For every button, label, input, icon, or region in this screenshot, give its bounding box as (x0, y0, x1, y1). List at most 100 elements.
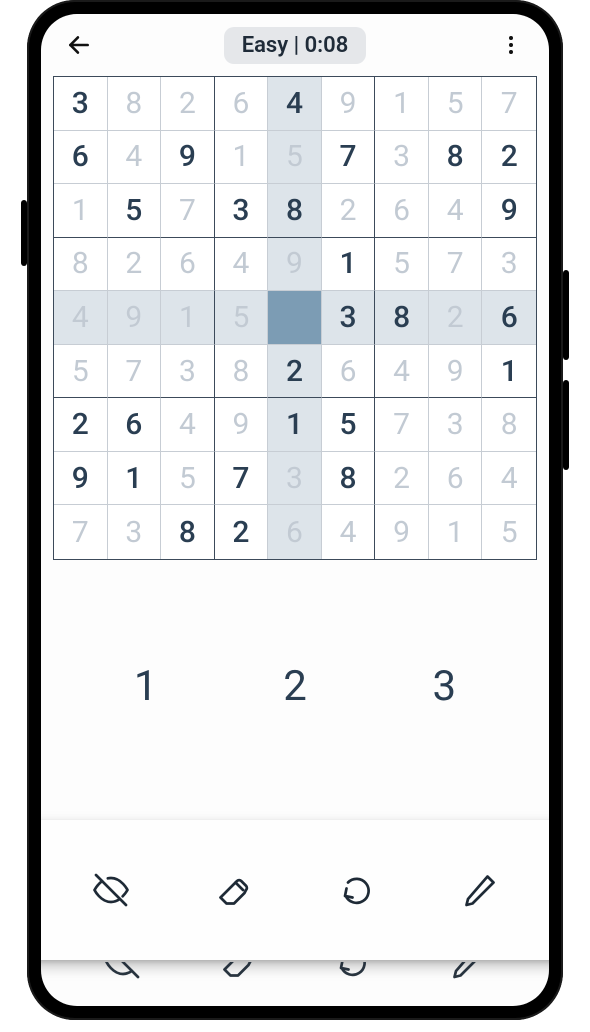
sudoku-cell[interactable]: 1 (482, 345, 536, 399)
sudoku-cell[interactable]: 9 (161, 131, 215, 185)
pencil-icon (462, 872, 498, 908)
sudoku-cell[interactable]: 4 (482, 452, 536, 506)
sudoku-cell[interactable]: 5 (375, 238, 429, 292)
sudoku-cell[interactable]: 3 (482, 238, 536, 292)
sudoku-cell[interactable]: 9 (215, 398, 269, 452)
sudoku-cell[interactable]: 6 (215, 77, 269, 131)
sudoku-cell[interactable]: 9 (54, 452, 108, 506)
undo-button[interactable] (329, 862, 385, 918)
sudoku-cell[interactable] (268, 291, 322, 345)
phone-side-button (21, 200, 27, 266)
sudoku-cell[interactable]: 1 (375, 77, 429, 131)
sudoku-cell[interactable]: 2 (429, 291, 483, 345)
sudoku-cell[interactable]: 9 (268, 238, 322, 292)
sudoku-cell[interactable]: 1 (108, 452, 162, 506)
sudoku-cell[interactable]: 5 (215, 291, 269, 345)
sudoku-cell[interactable]: 6 (322, 345, 376, 399)
sudoku-cell[interactable]: 5 (54, 345, 108, 399)
pencil-button[interactable] (452, 862, 508, 918)
difficulty-label: Easy (242, 33, 288, 58)
more-button[interactable] (491, 25, 531, 65)
sudoku-cell[interactable]: 2 (161, 77, 215, 131)
sudoku-cell[interactable]: 3 (322, 291, 376, 345)
sudoku-cell[interactable]: 6 (161, 238, 215, 292)
sudoku-cell[interactable]: 5 (322, 398, 376, 452)
sudoku-cell[interactable]: 6 (108, 398, 162, 452)
keypad-2[interactable]: 2 (220, 580, 369, 793)
phone-side-button (563, 270, 569, 360)
sudoku-cell[interactable]: 4 (375, 345, 429, 399)
sudoku-cell[interactable]: 2 (268, 345, 322, 399)
sudoku-cell[interactable]: 3 (429, 398, 483, 452)
sudoku-cell[interactable]: 4 (54, 291, 108, 345)
sudoku-cell[interactable]: 3 (375, 131, 429, 185)
sudoku-cell[interactable]: 2 (322, 184, 376, 238)
sudoku-cell[interactable]: 4 (429, 184, 483, 238)
sudoku-cell[interactable]: 6 (54, 131, 108, 185)
sudoku-cell[interactable]: 5 (268, 131, 322, 185)
sudoku-cell[interactable]: 4 (215, 238, 269, 292)
sudoku-cell[interactable]: 3 (54, 77, 108, 131)
sudoku-cell[interactable]: 7 (215, 452, 269, 506)
sudoku-cell[interactable]: 8 (482, 398, 536, 452)
pill-separator: | (288, 33, 304, 58)
sudoku-cell[interactable]: 9 (429, 345, 483, 399)
sudoku-cell[interactable]: 5 (108, 184, 162, 238)
sudoku-cell[interactable]: 9 (482, 184, 536, 238)
sudoku-cell[interactable]: 7 (322, 131, 376, 185)
keypad-3[interactable]: 3 (370, 580, 519, 793)
sudoku-cell[interactable]: 3 (108, 505, 162, 559)
sudoku-cell[interactable]: 2 (108, 238, 162, 292)
sudoku-cell[interactable]: 8 (215, 345, 269, 399)
sudoku-cell[interactable]: 5 (482, 505, 536, 559)
sudoku-cell[interactable]: 6 (429, 452, 483, 506)
sudoku-cell[interactable]: 7 (54, 505, 108, 559)
sudoku-cell[interactable]: 1 (161, 291, 215, 345)
sudoku-cell[interactable]: 1 (322, 238, 376, 292)
timer-label: 0:08 (305, 33, 349, 58)
sudoku-cell[interactable]: 2 (375, 452, 429, 506)
sudoku-cell[interactable]: 8 (54, 238, 108, 292)
sudoku-cell[interactable]: 8 (375, 291, 429, 345)
sudoku-cell[interactable]: 4 (322, 505, 376, 559)
sudoku-cell[interactable]: 2 (54, 398, 108, 452)
erase-button[interactable] (206, 862, 262, 918)
sudoku-cell[interactable]: 3 (161, 345, 215, 399)
hide-hints-button[interactable] (83, 862, 139, 918)
phone-frame: Easy | 0:08 3826491576491573821573826498… (27, 0, 563, 1020)
sudoku-cell[interactable]: 9 (322, 77, 376, 131)
sudoku-cell[interactable]: 5 (161, 452, 215, 506)
sudoku-cell[interactable]: 2 (215, 505, 269, 559)
sudoku-cell[interactable]: 5 (429, 77, 483, 131)
sudoku-cell[interactable]: 4 (268, 77, 322, 131)
difficulty-timer-pill[interactable]: Easy | 0:08 (224, 27, 367, 64)
sudoku-grid-container: 3826491576491573821573826498264915734915… (41, 76, 549, 560)
sudoku-cell[interactable]: 7 (375, 398, 429, 452)
sudoku-cell[interactable]: 1 (268, 398, 322, 452)
sudoku-cell[interactable]: 9 (375, 505, 429, 559)
back-button[interactable] (59, 25, 99, 65)
sudoku-cell[interactable]: 4 (161, 398, 215, 452)
sudoku-cell[interactable]: 7 (429, 238, 483, 292)
sudoku-cell[interactable]: 2 (482, 131, 536, 185)
sudoku-cell[interactable]: 7 (161, 184, 215, 238)
sudoku-cell[interactable]: 8 (108, 77, 162, 131)
sudoku-cell[interactable]: 4 (108, 131, 162, 185)
sudoku-cell[interactable]: 9 (108, 291, 162, 345)
sudoku-cell[interactable]: 1 (429, 505, 483, 559)
sudoku-cell[interactable]: 8 (322, 452, 376, 506)
sudoku-cell[interactable]: 1 (54, 184, 108, 238)
sudoku-cell[interactable]: 8 (268, 184, 322, 238)
sudoku-cell[interactable]: 3 (215, 184, 269, 238)
sudoku-cell[interactable]: 6 (375, 184, 429, 238)
sudoku-cell[interactable]: 8 (429, 131, 483, 185)
sudoku-cell[interactable]: 7 (108, 345, 162, 399)
app-header: Easy | 0:08 (41, 14, 549, 76)
sudoku-cell[interactable]: 3 (268, 452, 322, 506)
sudoku-cell[interactable]: 1 (215, 131, 269, 185)
sudoku-cell[interactable]: 7 (482, 77, 536, 131)
keypad-1[interactable]: 1 (71, 580, 220, 793)
sudoku-cell[interactable]: 8 (161, 505, 215, 559)
sudoku-cell[interactable]: 6 (482, 291, 536, 345)
sudoku-cell[interactable]: 6 (268, 505, 322, 559)
